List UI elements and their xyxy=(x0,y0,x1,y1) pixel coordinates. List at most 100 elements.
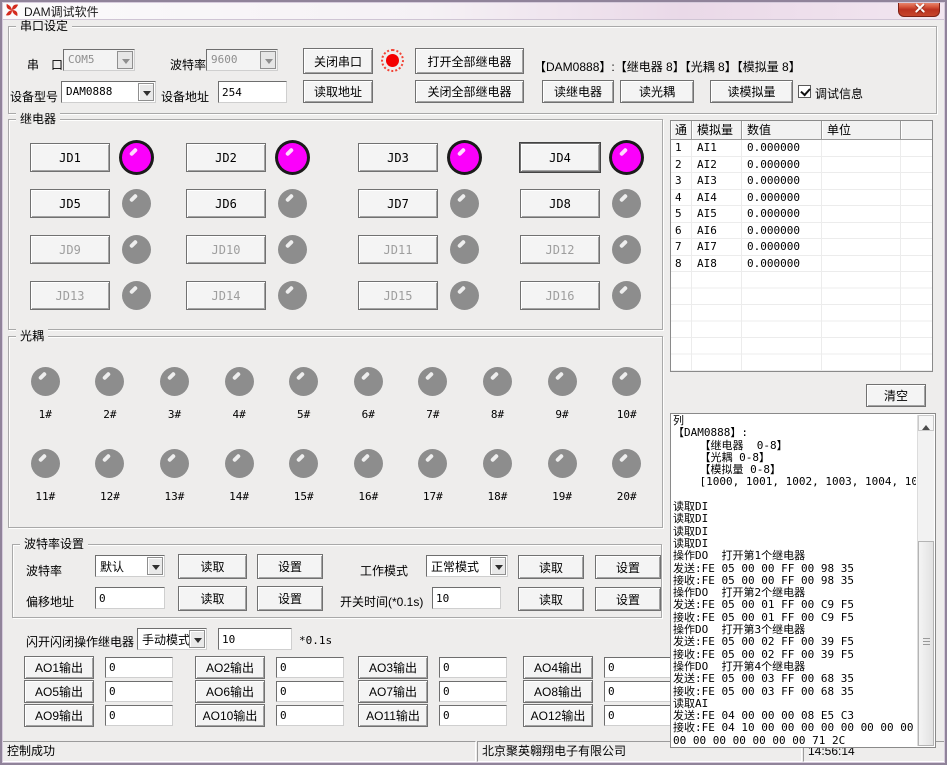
table-row[interactable]: 6 AI6 0.000000 xyxy=(671,223,932,240)
analog-output-input[interactable] xyxy=(276,657,344,678)
column-header-unit[interactable]: 单位 xyxy=(822,121,901,139)
read-offset-button[interactable]: 读取 xyxy=(178,586,247,611)
table-row[interactable]: 8 AI8 0.000000 xyxy=(671,256,932,273)
analog-output-button[interactable]: AO8输出 xyxy=(523,680,593,703)
baudrate-setting-combo[interactable]: 默认 xyxy=(95,555,165,577)
clear-log-button[interactable]: 清空 xyxy=(866,384,926,407)
chevron-down-icon[interactable] xyxy=(147,557,163,575)
opto-led-indicator xyxy=(31,449,60,478)
table-row[interactable]: 1 AI1 0.000000 xyxy=(671,140,932,157)
table-row[interactable]: 2 AI2 0.000000 xyxy=(671,157,932,174)
relay-button[interactable]: JD13 xyxy=(30,281,110,310)
analog-output-grid: AO1输出 AO2输出 AO3输出 AO4输出 AO5输出 xyxy=(24,656,669,727)
relay-button[interactable]: JD8 xyxy=(520,189,600,218)
close-port-button[interactable]: 关闭串口 xyxy=(303,48,373,74)
analog-output-input[interactable] xyxy=(276,705,344,726)
flash-mode-combo[interactable]: 手动模式 xyxy=(137,628,207,650)
chevron-down-icon[interactable] xyxy=(189,630,205,648)
analog-output-button[interactable]: AO1输出 xyxy=(24,656,94,679)
relay-button[interactable]: JD3 xyxy=(358,143,438,172)
analog-output-input[interactable] xyxy=(604,705,672,726)
set-offset-button[interactable]: 设置 xyxy=(257,586,323,611)
scroll-up-icon[interactable] xyxy=(918,415,934,431)
relay-led-indicator xyxy=(122,235,151,264)
analog-output-button[interactable]: AO7输出 xyxy=(358,680,428,703)
close-button[interactable] xyxy=(898,0,940,17)
column-header-channel[interactable]: 通 xyxy=(671,121,692,139)
chevron-down-icon[interactable] xyxy=(260,51,276,69)
table-row[interactable]: 3 AI3 0.000000 xyxy=(671,173,932,190)
switch-time-input[interactable] xyxy=(432,587,501,609)
read-address-button[interactable]: 读取地址 xyxy=(303,80,373,103)
analog-output-button[interactable]: AO11输出 xyxy=(358,704,428,727)
relay-button[interactable]: JD5 xyxy=(30,189,110,218)
relay-button[interactable]: JD12 xyxy=(520,235,600,264)
baudrate-combo[interactable]: 9600 xyxy=(206,49,278,71)
offset-address-input[interactable] xyxy=(95,587,165,609)
chevron-down-icon[interactable] xyxy=(138,83,154,101)
analog-output-button[interactable]: AO2输出 xyxy=(195,656,265,679)
address-input[interactable] xyxy=(218,81,287,103)
relay-button[interactable]: JD2 xyxy=(186,143,266,172)
relay-button[interactable]: JD6 xyxy=(186,189,266,218)
read-baud-button[interactable]: 读取 xyxy=(178,554,247,579)
analog-output-input[interactable] xyxy=(105,657,173,678)
analog-output-button[interactable]: AO4输出 xyxy=(523,656,593,679)
table-row[interactable]: 5 AI5 0.000000 xyxy=(671,206,932,223)
analog-output-button[interactable]: AO6输出 xyxy=(195,680,265,703)
model-combo[interactable]: DAM0888 xyxy=(61,81,156,103)
opto-led-indicator xyxy=(160,449,189,478)
relay-button[interactable]: JD9 xyxy=(30,235,110,264)
read-analog-button[interactable]: 读模拟量 xyxy=(710,80,793,103)
analog-output-button[interactable]: AO5输出 xyxy=(24,680,94,703)
relay-button[interactable]: JD11 xyxy=(358,235,438,264)
analog-output-button[interactable]: AO10输出 xyxy=(195,704,265,727)
set-baud-button[interactable]: 设置 xyxy=(257,554,323,579)
relay-button[interactable]: JD10 xyxy=(186,235,266,264)
read-opto-button[interactable]: 读光耦 xyxy=(620,80,694,103)
analog-output-input[interactable] xyxy=(439,681,507,702)
relay-button[interactable]: JD15 xyxy=(358,281,438,310)
relay-button[interactable]: JD16 xyxy=(520,281,600,310)
flash-time-input[interactable] xyxy=(218,628,292,650)
table-row[interactable]: 7 AI7 0.000000 xyxy=(671,239,932,256)
set-switch-time-button[interactable]: 设置 xyxy=(595,587,661,611)
analog-output-input[interactable] xyxy=(604,681,672,702)
analog-output-input[interactable] xyxy=(439,705,507,726)
cell-blank xyxy=(901,140,932,156)
column-header-analog[interactable]: 模拟量 xyxy=(692,121,742,139)
read-relays-button[interactable]: 读继电器 xyxy=(542,80,614,103)
relay-cell: JD14 xyxy=(186,281,358,310)
debug-info-checkbox[interactable] xyxy=(798,85,811,98)
relay-button[interactable]: JD7 xyxy=(358,189,438,218)
relay-button[interactable]: JD14 xyxy=(186,281,266,310)
analog-output-input[interactable] xyxy=(105,681,173,702)
opto-led-indicator xyxy=(354,367,383,396)
workmode-combo[interactable]: 正常模式 xyxy=(426,555,508,577)
scrollbar-thumb[interactable] xyxy=(918,541,934,746)
port-combo[interactable]: COM5 xyxy=(63,49,135,71)
opto-cell: 17# xyxy=(401,449,466,531)
analog-output-cell: AO5输出 xyxy=(24,680,195,703)
log-panel[interactable]: 列 【DAM0888】: 【继电器 0-8】 【光耦 0-8】 【模拟量 0-8… xyxy=(670,413,936,748)
read-switch-time-button[interactable]: 读取 xyxy=(518,587,584,611)
analog-output-input[interactable] xyxy=(439,657,507,678)
chevron-down-icon[interactable] xyxy=(490,557,506,575)
set-workmode-button[interactable]: 设置 xyxy=(595,555,661,579)
table-row[interactable]: 4 AI4 0.000000 xyxy=(671,190,932,207)
relay-button[interactable]: JD1 xyxy=(30,143,110,172)
read-workmode-button[interactable]: 读取 xyxy=(518,555,584,579)
analog-output-button[interactable]: AO12输出 xyxy=(523,704,593,727)
analog-output-input[interactable] xyxy=(604,657,672,678)
open-all-relays-button[interactable]: 打开全部继电器 xyxy=(415,48,524,74)
column-header-value[interactable]: 数值 xyxy=(742,121,822,139)
analog-output-input[interactable] xyxy=(276,681,344,702)
analog-output-button[interactable]: AO3输出 xyxy=(358,656,428,679)
log-scrollbar[interactable] xyxy=(917,415,934,746)
analog-output-button[interactable]: AO9输出 xyxy=(24,704,94,727)
relay-button[interactable]: JD4 xyxy=(520,143,600,172)
close-all-relays-button[interactable]: 关闭全部继电器 xyxy=(415,80,524,103)
cell-unit xyxy=(822,239,901,255)
analog-output-input[interactable] xyxy=(105,705,173,726)
chevron-down-icon[interactable] xyxy=(117,51,133,69)
